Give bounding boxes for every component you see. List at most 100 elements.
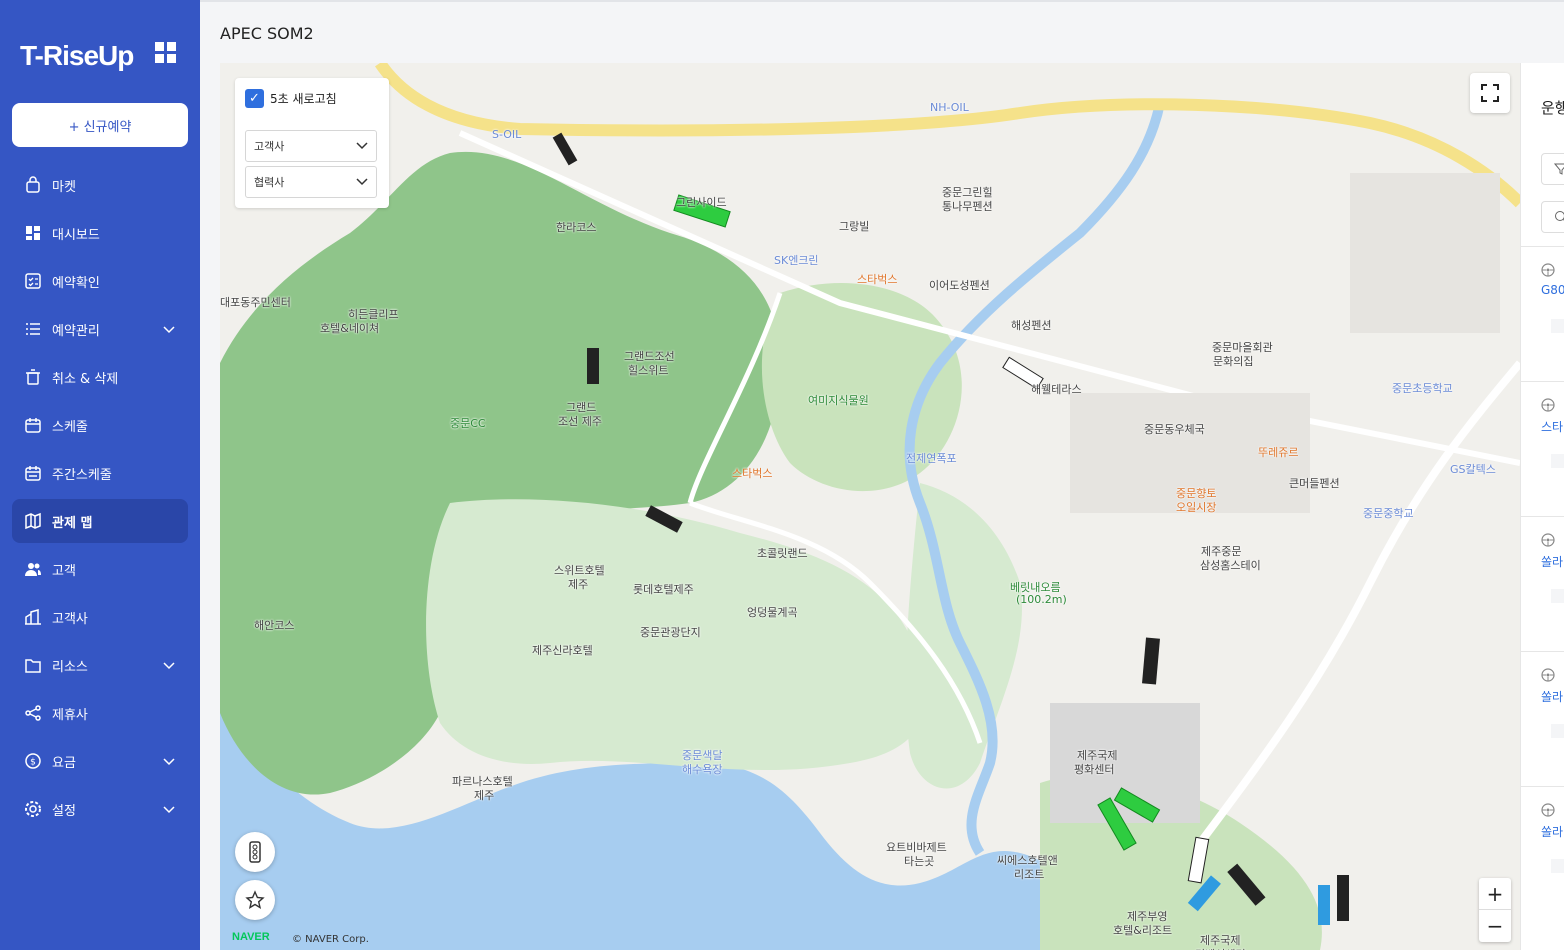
customer-select[interactable]: 고객사: [245, 130, 377, 162]
place-label[interactable]: 엉덩물계곡: [747, 604, 798, 620]
panel-title: 운행: [1541, 99, 1564, 117]
place-label[interactable]: (100.2m): [1016, 593, 1067, 606]
sidebar-item-8[interactable]: 고객: [12, 547, 188, 591]
vehicle-card[interactable]: 쏠라: [1521, 516, 1564, 650]
vehicle-card[interactable]: 스타: [1521, 381, 1564, 515]
building-icon: [1551, 454, 1564, 468]
filter-button[interactable]: [1541, 153, 1564, 185]
zoom-out-button[interactable]: −: [1479, 910, 1511, 942]
vehicle-marker[interactable]: [587, 348, 599, 384]
zoom-in-button[interactable]: +: [1479, 878, 1511, 910]
place-label[interactable]: 해웰테라스: [1031, 381, 1082, 397]
place-label[interactable]: 오일시장: [1176, 499, 1216, 515]
place-label[interactable]: 제주: [568, 576, 588, 592]
control-map[interactable]: S-OIL NH-OIL 한라코스 그린사이드 중문그린힐 통나무펜션 그랑빌 SK엔크린 스타…: [220, 63, 1520, 950]
park: [905, 483, 1022, 789]
vehicle-marker[interactable]: [1142, 637, 1160, 685]
place-label[interactable]: 해수욕장: [682, 761, 722, 777]
place-label[interactable]: 호텔&리조트: [1113, 922, 1172, 938]
vehicle-card[interactable]: 쏠라: [1521, 651, 1564, 785]
checklist-icon: [25, 273, 41, 289]
sidebar-item-13[interactable]: 설정: [12, 787, 188, 831]
place-label[interactable]: SK엔크린: [774, 252, 819, 268]
vehicle-marker[interactable]: [1318, 885, 1330, 925]
partner-select[interactable]: 협력사: [245, 166, 377, 198]
place-label[interactable]: 타는곳: [904, 853, 934, 869]
partner-select-value: 협력사: [254, 176, 285, 189]
place-label[interactable]: 평화센터: [1074, 761, 1114, 777]
place-label[interactable]: 중문중학교: [1363, 505, 1414, 521]
place-label[interactable]: 그랑빌: [839, 218, 869, 234]
place-label[interactable]: 해성펜션: [1011, 317, 1051, 333]
fullscreen-button[interactable]: [1470, 73, 1510, 113]
vehicle-name: 쏠라: [1541, 555, 1564, 569]
sidebar-item-2[interactable]: 예약확인: [12, 259, 188, 303]
place-label[interactable]: 중문CC: [450, 415, 486, 431]
sidebar-item-label: 마켓: [52, 179, 76, 195]
place-label[interactable]: 스타벅스: [857, 271, 897, 287]
place-label[interactable]: 뚜레쥬르: [1258, 444, 1298, 460]
place-label[interactable]: GS칼텍스: [1450, 461, 1496, 477]
sidebar-item-6[interactable]: 주간스케줄: [12, 451, 188, 495]
place-label[interactable]: 한라코스: [556, 219, 596, 235]
sidebar-item-4[interactable]: 취소 & 삭제: [12, 355, 188, 399]
sidebar-item-10[interactable]: 리소스: [12, 643, 188, 687]
place-label[interactable]: 컨벤션센터: [1195, 946, 1246, 950]
traffic-light-button[interactable]: [235, 832, 275, 872]
traffic-light-icon: [249, 841, 261, 863]
vehicle-marker[interactable]: [1337, 875, 1349, 921]
place-label[interactable]: 큰머들펜션: [1289, 475, 1340, 491]
steering-wheel-icon: [1541, 398, 1555, 412]
place-label[interactable]: 전제연폭포: [906, 450, 957, 466]
sidebar-item-3[interactable]: 예약관리: [12, 307, 188, 351]
new-reservation-button[interactable]: + 신규예약: [12, 103, 188, 147]
sidebar-item-label: 예약관리: [52, 323, 100, 339]
sidebar-item-5[interactable]: 스케줄: [12, 403, 188, 447]
sidebar-item-9[interactable]: 고객사: [12, 595, 188, 639]
vehicle-card[interactable]: G80: [1521, 246, 1564, 380]
building-icon: [1551, 724, 1564, 738]
bag-icon: [26, 176, 40, 193]
sidebar-item-1[interactable]: 대시보드: [12, 211, 188, 255]
sidebar-item-12[interactable]: $ 요금: [12, 739, 188, 783]
place-label[interactable]: 대포동주민센터: [220, 294, 291, 310]
sidebar-item-label: 요금: [52, 755, 76, 771]
place-label[interactable]: 여미지식물원: [808, 392, 869, 408]
vehicle-marker[interactable]: [552, 132, 578, 166]
sidebar-item-7[interactable]: 관제 맵: [12, 499, 188, 543]
place-label[interactable]: 문화의집: [1213, 353, 1253, 369]
brand-name: T-RiseUp: [20, 40, 134, 71]
search-input[interactable]: [1541, 201, 1564, 233]
place-label[interactable]: 통나무펜션: [942, 198, 993, 214]
place-label[interactable]: 그린사이드: [676, 194, 727, 210]
place-label[interactable]: 롯데호텔제주: [633, 581, 694, 597]
vehicle-card[interactable]: 쏠라: [1521, 786, 1564, 920]
place-label[interactable]: NH-OIL: [930, 101, 969, 114]
place-label[interactable]: 중문관광단지: [640, 624, 701, 640]
place-label[interactable]: 중문초등학교: [1392, 380, 1453, 396]
place-label[interactable]: 해안코스: [254, 617, 294, 633]
calendar-icon: [25, 418, 41, 433]
sidebar-item-0[interactable]: 마켓: [12, 163, 188, 207]
place-label[interactable]: 리조트: [1014, 866, 1044, 882]
steering-wheel-icon: [1541, 668, 1555, 682]
sidebar-item-label: 스케줄: [52, 419, 88, 435]
steering-wheel-icon: [1541, 263, 1555, 277]
refresh-checkbox[interactable]: ✓ 5초 새로고침: [245, 89, 337, 108]
place-label[interactable]: 제주신라호텔: [532, 642, 593, 658]
place-label[interactable]: 스타벅스: [732, 465, 772, 481]
place-label[interactable]: 조선 제주: [558, 413, 602, 429]
place-label[interactable]: 힐스위트: [628, 362, 668, 378]
place-label[interactable]: 제주: [474, 787, 494, 803]
place-label[interactable]: 초콜릿랜드: [757, 545, 808, 561]
sidebar-item-11[interactable]: 제휴사: [12, 691, 188, 735]
place-label[interactable]: S-OIL: [492, 128, 521, 141]
map-canvas[interactable]: [220, 63, 1520, 950]
chevron-down-icon: [163, 806, 175, 814]
place-label[interactable]: 호텔&네이쳐: [320, 320, 379, 336]
place-label[interactable]: 삼성홈스테이: [1200, 557, 1261, 573]
place-label[interactable]: 이어도성펜션: [929, 277, 990, 293]
favorite-button[interactable]: [235, 880, 275, 920]
logo-grid-icon: [155, 42, 177, 64]
place-label[interactable]: 중문동우체국: [1144, 421, 1205, 437]
